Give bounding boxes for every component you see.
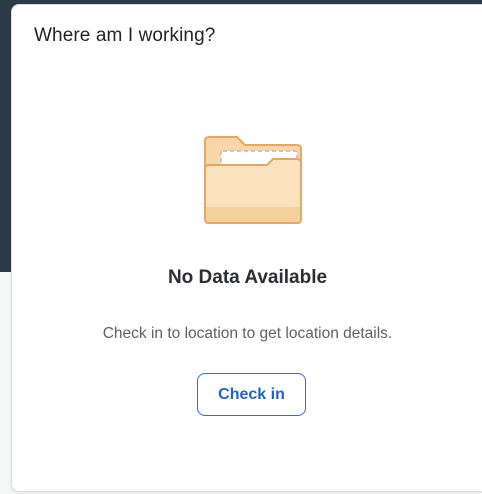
check-in-button[interactable]: Check in	[197, 373, 306, 416]
folder-icon	[201, 131, 305, 227]
empty-state-title: No Data Available	[167, 267, 328, 288]
card-title: Where am I working?	[34, 25, 216, 46]
where-am-i-working-card: Where am I working? No Data Available Ch…	[11, 4, 482, 492]
empty-state-description: Check in to location to get location det…	[102, 325, 393, 342]
